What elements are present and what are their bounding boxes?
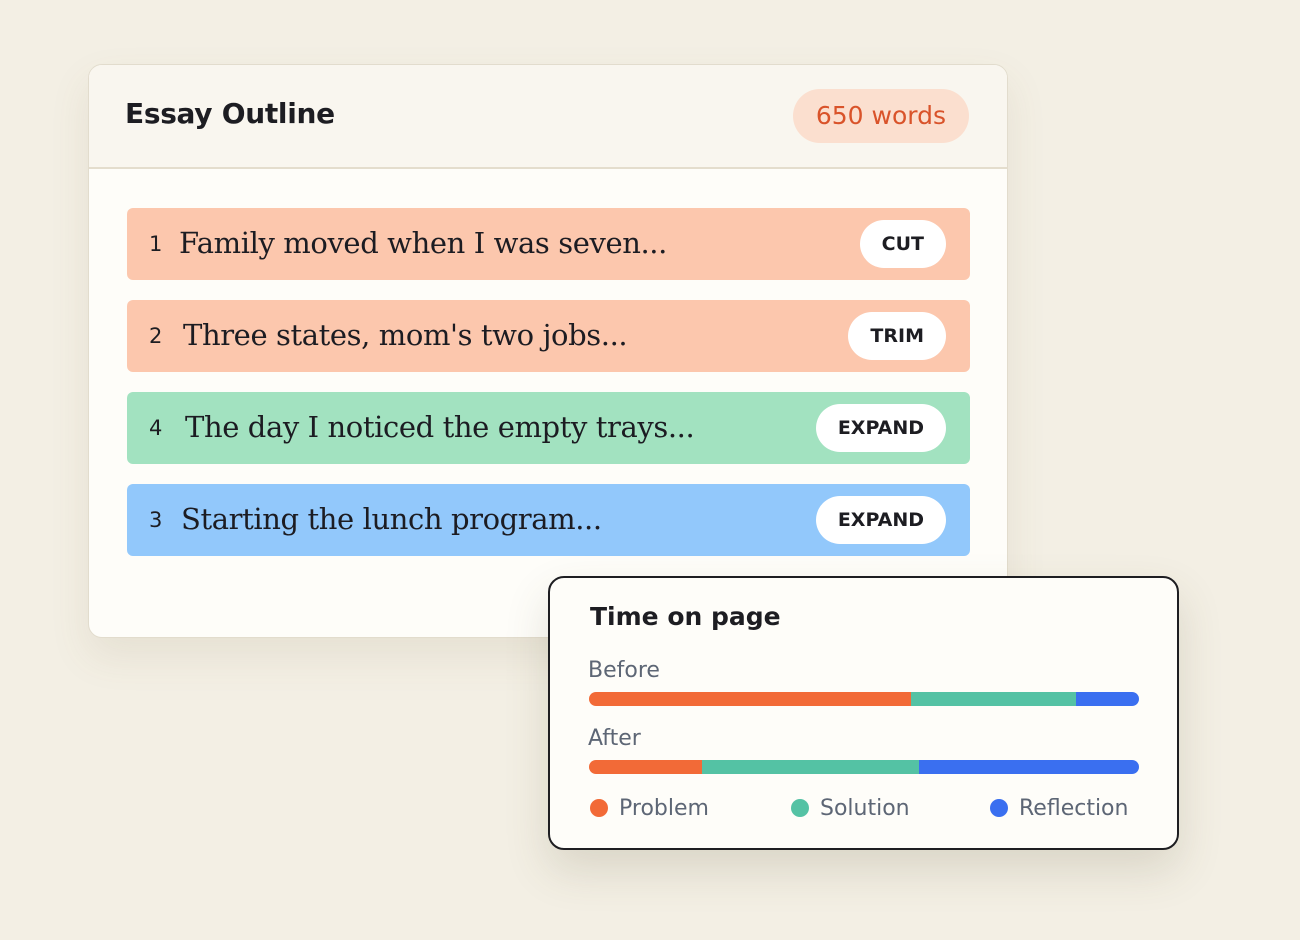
legend-solution: Solution [791, 794, 910, 822]
paragraph-row-2[interactable]: 2 Three states, mom's two jobs... TRIM [127, 300, 970, 372]
paragraph-list: 1 Family moved when I was seven... CUT 2… [127, 208, 970, 576]
time-on-page-title: Time on page [590, 602, 781, 631]
outline-header: Essay Outline 650 words [89, 65, 1007, 169]
paragraph-row-4[interactable]: 4 The day I noticed the empty trays... E… [127, 392, 970, 464]
after-reflection-segment [919, 760, 1139, 774]
word-count-badge: 650 words [792, 89, 969, 143]
trim-button[interactable]: TRIM [848, 312, 946, 360]
paragraph-text: Three states, mom's two jobs... [183, 318, 628, 352]
before-reflection-segment [1075, 692, 1139, 706]
solution-dot-icon [791, 799, 809, 817]
before-bar [589, 692, 1139, 706]
legend-problem: Problem [590, 794, 709, 822]
paragraph-number: 1 [149, 232, 163, 256]
paragraph-row-1[interactable]: 1 Family moved when I was seven... CUT [127, 208, 970, 280]
paragraph-number: 3 [149, 508, 163, 532]
paragraph-row-3[interactable]: 3 Starting the lunch program... EXPAND [127, 484, 970, 556]
paragraph-text: Family moved when I was seven... [179, 226, 667, 260]
expand-button[interactable]: EXPAND [815, 496, 946, 544]
essay-outline-card: Essay Outline 650 words 1 Family moved w… [88, 64, 1008, 638]
reflection-dot-icon [990, 799, 1008, 817]
outline-title: Essay Outline [125, 97, 335, 130]
paragraph-number: 2 [149, 324, 163, 348]
legend-problem-label: Problem [619, 795, 709, 821]
after-bar [589, 760, 1139, 774]
time-on-page-card: Time on page Before After Problem Soluti… [548, 576, 1179, 850]
legend-solution-label: Solution [820, 795, 910, 821]
cut-button[interactable]: CUT [859, 220, 946, 268]
paragraph-text: The day I noticed the empty trays... [185, 410, 695, 444]
legend-reflection-label: Reflection [1019, 795, 1129, 821]
paragraph-number: 4 [149, 416, 163, 440]
before-solution-segment [910, 692, 1076, 706]
legend-reflection: Reflection [990, 794, 1128, 822]
after-label: After [588, 726, 641, 751]
expand-button[interactable]: EXPAND [815, 404, 946, 452]
problem-dot-icon [590, 799, 608, 817]
before-label: Before [588, 658, 660, 683]
after-solution-segment [701, 760, 919, 774]
before-problem-segment [589, 692, 911, 706]
after-problem-segment [589, 760, 702, 774]
paragraph-text: Starting the lunch program... [181, 502, 602, 536]
